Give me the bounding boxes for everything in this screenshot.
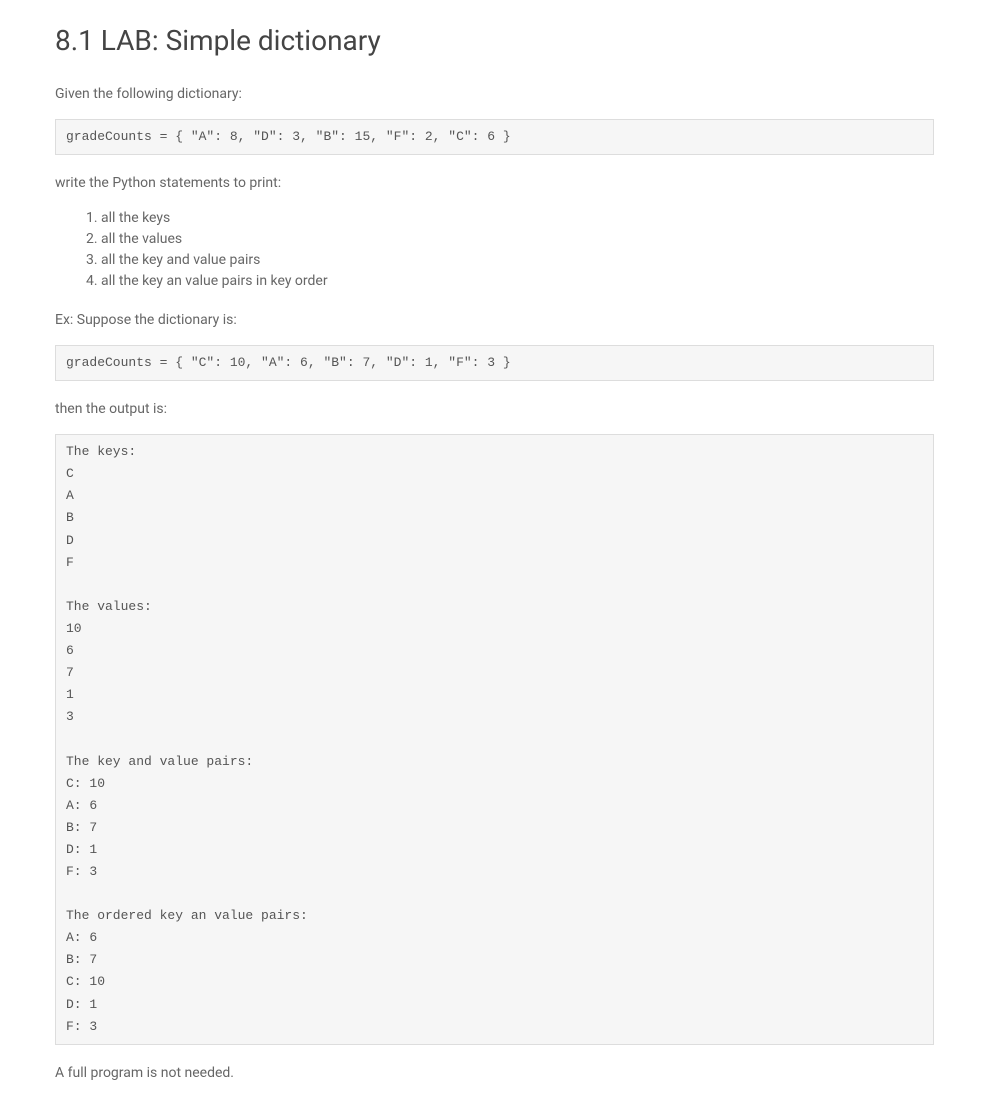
code-block-example-dictionary: gradeCounts = { "C": 10, "A": 6, "B": 7,… (55, 345, 934, 381)
intro-text: Given the following dictionary: (55, 84, 934, 105)
output-intro-text: then the output is: (55, 399, 934, 420)
code-block-expected-output: The keys: C A B D F The values: 10 6 7 1… (55, 434, 934, 1045)
instructions-text: write the Python statements to print: (55, 173, 934, 194)
list-item: all the keys (101, 208, 934, 229)
task-list: all the keys all the values all the key … (101, 208, 934, 292)
closing-text: A full program is not needed. (55, 1063, 934, 1084)
list-item: all the key and value pairs (101, 250, 934, 271)
example-intro-text: Ex: Suppose the dictionary is: (55, 310, 934, 331)
code-block-given-dictionary: gradeCounts = { "A": 8, "D": 3, "B": 15,… (55, 119, 934, 155)
list-item: all the values (101, 229, 934, 250)
list-item: all the key an value pairs in key order (101, 271, 934, 292)
page-heading: 8.1 LAB: Simple dictionary (55, 20, 934, 62)
